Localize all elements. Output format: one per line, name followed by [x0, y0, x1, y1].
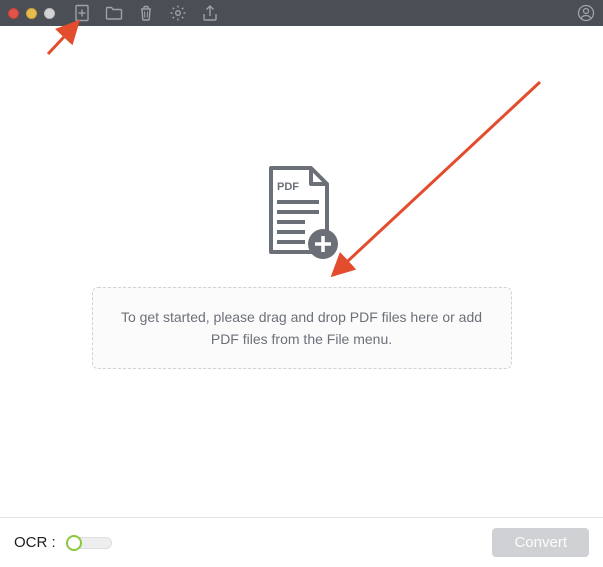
window-controls [8, 8, 55, 19]
toggle-knob [66, 535, 82, 551]
toolbar-right [577, 4, 595, 22]
folder-open-icon[interactable] [105, 4, 123, 22]
trash-icon[interactable] [137, 4, 155, 22]
ocr-label: OCR : [14, 534, 56, 551]
pdf-add-icon: PDF [259, 164, 345, 269]
convert-button-label: Convert [514, 534, 567, 551]
gear-icon[interactable] [169, 4, 187, 22]
pdf-badge-text: PDF [277, 181, 299, 193]
zoom-window-button[interactable] [44, 8, 55, 19]
export-icon[interactable] [201, 4, 219, 22]
close-window-button[interactable] [8, 8, 19, 19]
ocr-toggle[interactable] [66, 533, 112, 553]
toolbar [73, 4, 219, 22]
footer: OCR : Convert [0, 517, 603, 567]
main-area: PDF To get started, please drag and drop… [0, 26, 603, 517]
minimize-window-button[interactable] [26, 8, 37, 19]
add-file-icon[interactable] [73, 4, 91, 22]
convert-button[interactable]: Convert [492, 528, 589, 557]
dropzone[interactable]: To get started, please drag and drop PDF… [92, 287, 512, 370]
user-icon[interactable] [577, 4, 595, 22]
titlebar [0, 0, 603, 26]
dropzone-text: To get started, please drag and drop PDF… [121, 309, 482, 347]
